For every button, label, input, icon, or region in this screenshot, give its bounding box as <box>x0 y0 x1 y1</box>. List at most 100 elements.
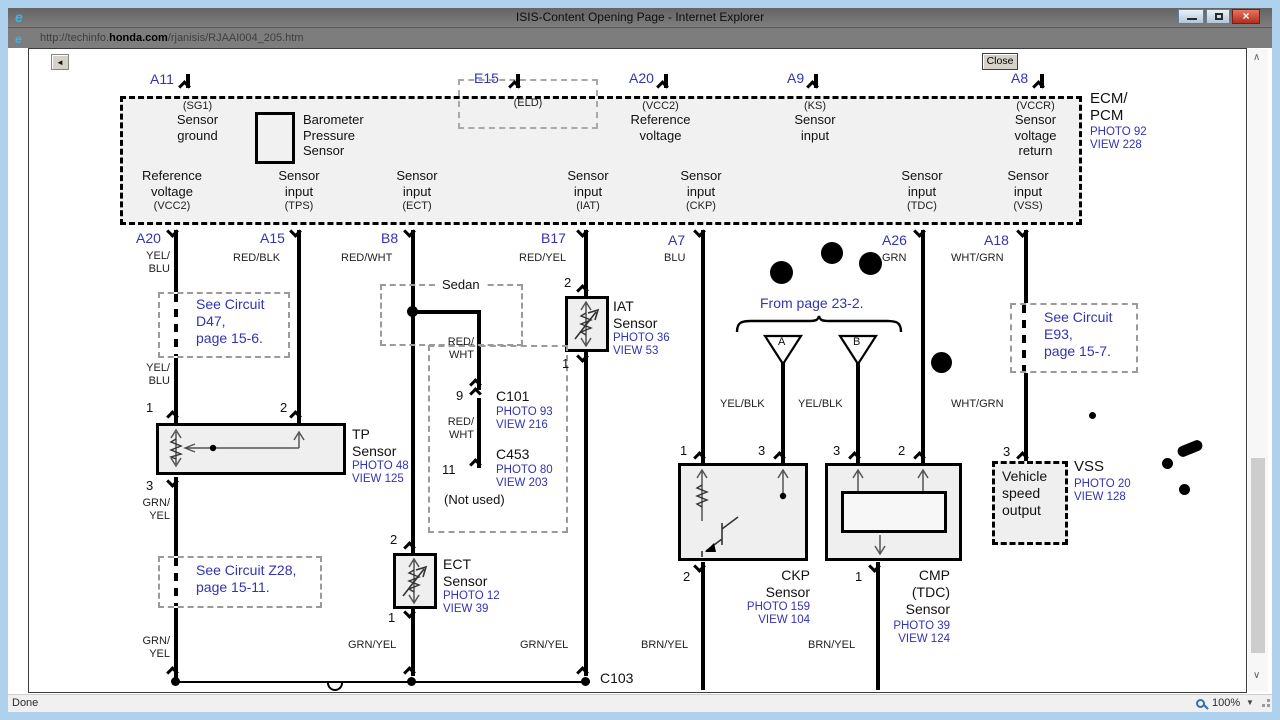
maximize-button[interactable] <box>1206 9 1230 24</box>
iat-thermistor-symbol <box>574 300 600 348</box>
url-suffix: /rjanisis/RJAAI004_205.htm <box>167 32 304 44</box>
back-button[interactable]: ◄ <box>51 54 69 70</box>
see-circuit-z28-text[interactable]: See Circuit Z28, page 15-11. <box>196 562 296 596</box>
status-text: Done <box>12 697 39 709</box>
scrollbar-thumb[interactable] <box>1251 458 1265 653</box>
ecm-row-label: Sensor input <box>396 168 438 199</box>
wire-iat-out <box>584 352 588 676</box>
c101-pin: 9 <box>456 388 464 403</box>
zoom-dropdown-icon[interactable]: ▼ <box>1246 698 1254 707</box>
from-page-text[interactable]: From page 23-2. <box>760 295 864 312</box>
iat-photo-link[interactable]: PHOTO 36 <box>613 332 670 345</box>
vss-photo-link[interactable]: PHOTO 20 <box>1074 478 1131 491</box>
close-page-button[interactable]: Close <box>982 53 1018 70</box>
ckp-photo-link[interactable]: PHOTO 159 <box>736 601 810 614</box>
address-bar[interactable]: e http://techinfo.honda.com/rjanisis/RJA… <box>8 27 1272 48</box>
window-close-icon: × <box>1242 9 1250 23</box>
triangle-a-label: A <box>778 336 786 348</box>
ecm-row-tag: (CKP) <box>686 200 716 212</box>
ecm-view-link[interactable]: VIEW 228 <box>1090 139 1142 152</box>
pin-label-e15: E15 <box>474 70 499 86</box>
wire-ect-out <box>411 609 415 676</box>
see-circuit-e93-text[interactable]: See Circuit E93, page 15-7. <box>1044 309 1112 360</box>
c101-view-link[interactable]: VIEW 216 <box>496 419 548 432</box>
ecm-row-label: Sensor input <box>567 168 609 199</box>
ecm-row-label: Sensor input <box>901 168 943 199</box>
wire-a15 <box>297 230 301 423</box>
ecm-row-label: Sensor input <box>278 168 320 199</box>
wire-color-label: BLU <box>664 252 686 264</box>
wire-color-label: GRN <box>882 252 907 264</box>
close-window-button[interactable]: × <box>1232 9 1260 24</box>
wire-ckp-out <box>701 562 705 690</box>
ie-favicon: e <box>15 32 22 46</box>
ecm-row-tag: (VCC2) <box>153 200 191 212</box>
brace-icon <box>735 315 903 333</box>
tp-potentiometer-symbol <box>168 428 305 468</box>
pin-label-a11: A11 <box>150 71 174 87</box>
sedan-label: Sedan <box>438 277 484 292</box>
cmp-pin3: 3 <box>833 443 841 458</box>
c453-photo-link[interactable]: PHOTO 80 <box>496 464 553 477</box>
zoom-level[interactable]: 100% <box>1212 697 1240 709</box>
ink-blot <box>770 261 793 284</box>
c103-ground-line <box>176 681 590 683</box>
scroll-up-icon[interactable]: ∧ <box>1253 52 1260 63</box>
pin-label-a20: A20 <box>136 230 161 246</box>
ecm-sensor-ground-label: Sensor ground <box>176 112 219 143</box>
tp-photo-link[interactable]: PHOTO 48 <box>352 460 409 473</box>
wire-color-label: YEL/BLK <box>720 398 765 410</box>
ecm-vcc2-tag: (VCC2) <box>642 100 679 112</box>
ect-sensor-name: ECT Sensor <box>443 556 488 589</box>
iat-view-link[interactable]: VIEW 53 <box>613 345 658 358</box>
pin-label-a8: A8 <box>1011 70 1029 86</box>
wire-triangle-b <box>856 362 860 463</box>
wire-color-label: GRN/YEL <box>520 639 569 651</box>
wire-color-label: RED/WHT <box>341 252 393 264</box>
minimize-button[interactable] <box>1178 9 1204 24</box>
ecm-sensor-voltage-return-label: Sensor voltage return <box>1014 112 1057 158</box>
cmp-sensor-name: CMP (TDC) Sensor <box>905 567 950 617</box>
ecm-row-label: Sensor input <box>1007 168 1049 199</box>
ecm-row-tag: (TDC) <box>907 200 937 212</box>
ecm-vccr-tag: (VCCR) <box>1016 100 1055 112</box>
pin-label-a9: A9 <box>787 70 805 86</box>
cmp-view-link[interactable]: VIEW 124 <box>878 633 950 646</box>
c101-photo-link[interactable]: PHOTO 93 <box>496 406 553 419</box>
c103-label: C103 <box>600 670 634 686</box>
url-domain: honda.com <box>109 32 168 44</box>
vss-view-link[interactable]: VIEW 128 <box>1074 491 1126 504</box>
scroll-down-icon[interactable]: ∨ <box>1253 670 1260 681</box>
window-title: ISIS-Content Opening Page - Internet Exp… <box>515 10 765 24</box>
see-circuit-d47-text[interactable]: See Circuit D47, page 15-6. <box>196 296 264 347</box>
ect-photo-link[interactable]: PHOTO 12 <box>443 590 500 603</box>
ink-blot <box>859 252 882 275</box>
url-field[interactable]: http://techinfo.honda.com/rjanisis/RJAAI… <box>40 28 304 49</box>
tp-pin2: 2 <box>280 400 288 415</box>
ecm-photo-link[interactable]: PHOTO 92 <box>1090 126 1147 139</box>
tp-view-link[interactable]: VIEW 125 <box>352 473 404 486</box>
vss-box-label: Vehicle speed output <box>1002 468 1048 518</box>
c453-pin: 11 <box>442 462 456 477</box>
not-used-label: (Not used) <box>444 492 505 507</box>
back-icon: ◄ <box>56 58 64 67</box>
ect-view-link[interactable]: VIEW 39 <box>443 603 488 616</box>
wire-color-label: YEL/ BLU <box>146 362 170 387</box>
ckp-view-link[interactable]: VIEW 104 <box>736 614 810 627</box>
tp-pin3: 3 <box>146 478 154 493</box>
ecm-row-label: Reference voltage <box>142 168 202 199</box>
ect-thermistor-symbol <box>402 557 428 605</box>
wire-color-label: BRN/YEL <box>641 639 689 651</box>
wire-color-label: YEL/BLK <box>798 398 843 410</box>
ecm-row-tag: (IAT) <box>576 200 600 212</box>
cmp-photo-link[interactable]: PHOTO 39 <box>878 620 950 633</box>
wire-color-label: RED/YEL <box>519 252 567 264</box>
iat-sensor-name: IAT Sensor <box>613 298 658 331</box>
cmp-arrows-symbol <box>852 468 929 556</box>
ecm-sg1-tag: (SG1) <box>182 100 213 112</box>
wire-color-label: YEL/ BLU <box>146 250 170 275</box>
c453-view-link[interactable]: VIEW 203 <box>496 477 548 490</box>
wire-color-label: GRN/ YEL <box>142 635 171 660</box>
ecm-row-label: Sensor input <box>680 168 722 199</box>
resize-grip-icon <box>1262 704 1265 707</box>
